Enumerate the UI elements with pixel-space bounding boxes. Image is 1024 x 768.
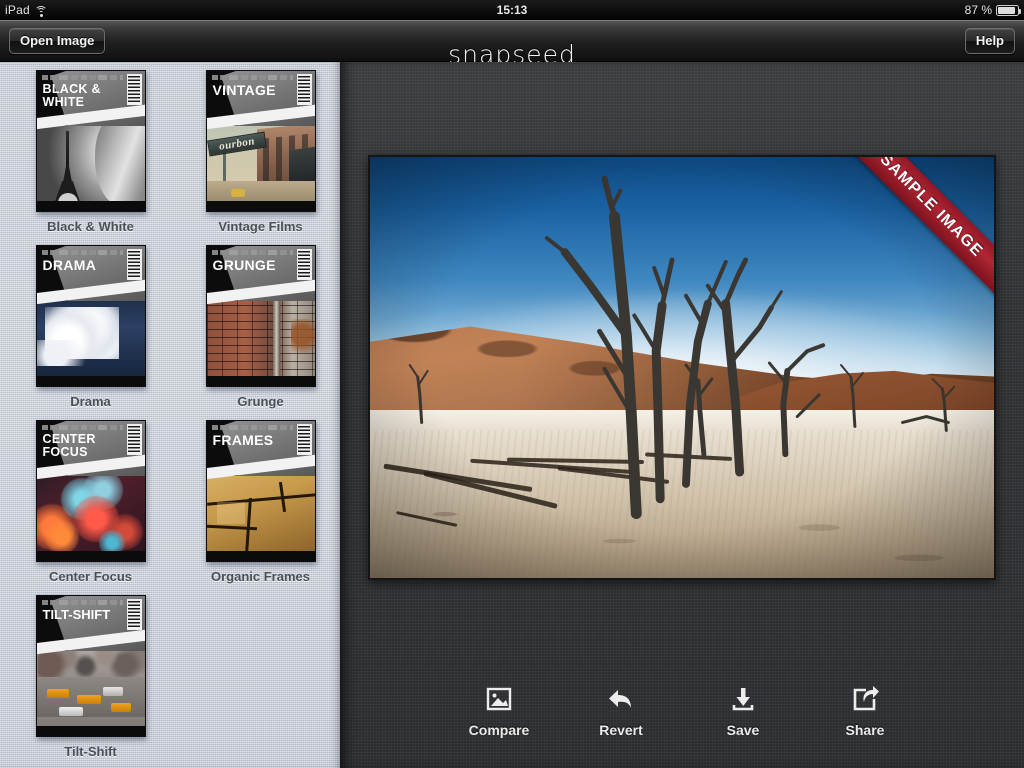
cover-masthead-line [41,75,123,80]
cover-title: GRUNGE [212,257,276,273]
filter-item-organic-frames[interactable]: FRAMES Organic Frames [181,420,340,584]
snapseed-app-window: iPad 15:13 87 % Open Image snapseed Help [0,0,1024,768]
filter-label: Tilt-Shift [64,744,117,759]
filter-item-center-focus[interactable]: CENTER FOCUS Center Focus [11,420,170,584]
cover-masthead-line [211,250,293,255]
filter-cover-tilt-shift: TILT-SHIFT [35,595,146,737]
compare-label: Compare [468,722,530,738]
photo-dead-trees [370,157,994,578]
help-button[interactable]: Help [964,28,1015,54]
status-bar-right: 87 % [964,0,1021,20]
cover-title: TILT-SHIFT [42,607,111,622]
battery-percent-label: 87 % [964,3,992,17]
save-button[interactable]: Save [705,683,781,738]
revert-label: Revert [599,722,643,738]
filter-label: Organic Frames [211,569,310,584]
filter-cover-drama: DRAMA [35,245,146,387]
barcode-icon [296,424,312,455]
filter-label: Center Focus [48,569,133,584]
filter-label: Vintage Films [218,219,303,234]
barcode-icon [296,74,312,105]
filter-item-black-and-white[interactable]: BLACK & WHITE Black & White [11,70,170,234]
filter-label: Grunge [237,394,284,409]
filter-cover-organic-frames: FRAMES [205,420,316,562]
barcode-icon [126,424,142,455]
barcode-icon [126,74,142,105]
filter-item-grunge[interactable]: GRUNGE Grunge [181,245,340,409]
cover-masthead-line [211,75,293,80]
filter-cover-black-and-white: BLACK & WHITE [35,70,146,212]
cover-title: BLACK & WHITE [42,82,101,109]
filter-grid: BLACK & WHITE Black & White ourbon VINTA… [0,62,340,768]
filter-item-tilt-shift[interactable]: TILT-SHIFT Tilt-Shift [11,595,170,759]
status-bar-clock: 15:13 [496,3,528,17]
share-label: Share [845,722,885,738]
undo-arrow-icon [609,690,631,708]
main-canvas-area: SAMPLE IMAGE Compare Revert Save Share [340,62,1024,768]
filter-item-drama[interactable]: DRAMA Drama [11,245,170,409]
filter-cover-grunge: GRUNGE [205,245,316,387]
cover-title: CENTER FOCUS [42,432,96,459]
barcode-icon [296,249,312,280]
barcode-icon [126,249,142,280]
filters-sidebar[interactable]: BLACK & WHITE Black & White ourbon VINTA… [0,62,340,768]
filter-cover-center-focus: CENTER FOCUS [35,420,146,562]
ios-status-bar: iPad 15:13 87 % [0,0,1024,20]
cover-masthead-line [41,250,123,255]
cover-masthead-line [41,600,123,605]
filter-cover-vintage-films: ourbon VINTAGE [205,70,316,212]
filter-label: Drama [70,394,111,409]
share-icon [853,686,879,711]
download-icon [732,688,754,711]
share-button[interactable]: Share [827,683,903,738]
cover-title: DRAMA [42,257,97,273]
photo-frame[interactable]: SAMPLE IMAGE [368,155,996,580]
battery-icon [996,4,1021,16]
barcode-icon [126,599,142,630]
image-icon [486,687,512,711]
cover-masthead-line [211,425,293,430]
compare-button[interactable]: Compare [461,683,537,738]
cover-masthead-line [41,425,123,430]
save-label: Save [726,722,760,738]
filter-item-vintage-films[interactable]: ourbon VINTAGE Vintage Films [181,70,340,234]
top-navigation-bar: Open Image snapseed Help [0,20,1024,69]
revert-button[interactable]: Revert [583,683,659,738]
filter-label: Black & White [47,219,134,234]
edited-photo[interactable]: SAMPLE IMAGE [370,157,994,578]
bottom-toolbar: Compare Revert Save Share [340,683,1024,738]
cover-title: VINTAGE [212,82,276,98]
cover-title: FRAMES [212,432,274,448]
